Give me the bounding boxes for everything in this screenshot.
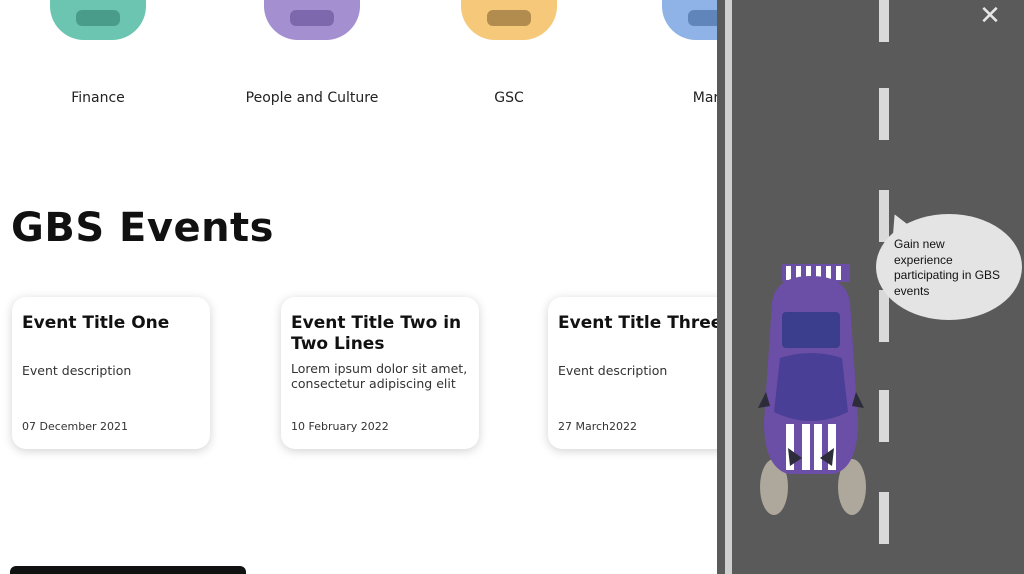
lane-dash [879,492,889,544]
lane-dash [879,290,889,342]
event-date: 07 December 2021 [22,420,129,433]
event-title: Event Title Two in Two Lines [291,313,462,354]
car-icon [264,0,360,40]
event-title: Event Title One [22,313,170,333]
race-car-illustration [758,264,866,515]
speech-bubble-text: Gain new experience participating in GBS… [894,237,1001,298]
lane-dash [879,390,889,442]
road-edge-line [725,0,732,574]
event-title: Event Title Three [558,313,723,333]
event-card[interactable]: Event Title Two in Two Lines Lorem ipsum… [281,297,479,449]
next-section-heading-fragment [10,560,310,574]
event-description: Event description [558,363,668,378]
car-icon [461,0,557,40]
event-description: Event description [22,363,132,378]
car-icon [50,0,146,40]
category-label: People and Culture [245,90,379,106]
event-description: Lorem ipsum dolor sit amet, consectetur … [291,361,468,391]
events-section-title: GBS Events [11,205,274,251]
lane-dash [879,190,889,242]
close-icon[interactable]: ✕ [978,3,1002,29]
event-date: 27 March2022 [558,420,638,433]
event-date: 10 February 2022 [291,420,389,433]
lane-dash [879,0,889,42]
event-card[interactable]: Event Title One Event description 07 Dec… [12,297,210,449]
category-label: Finance [71,90,125,106]
lane-dash [879,88,889,140]
category-label: GSC [494,90,524,106]
